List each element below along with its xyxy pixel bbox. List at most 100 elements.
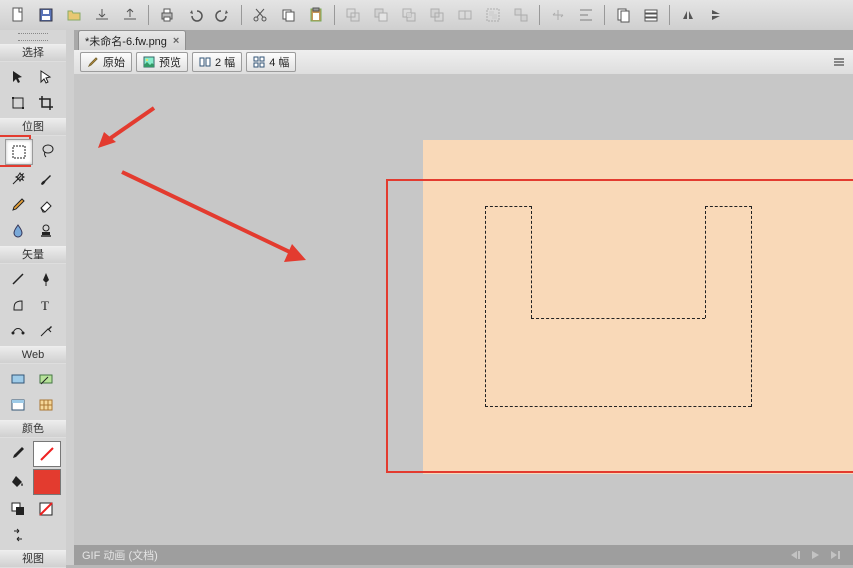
transform-icon[interactable] [546,3,570,27]
intersect-icon[interactable] [397,3,421,27]
fill-swatch[interactable] [33,469,61,495]
fill-color-icon[interactable] [5,469,31,493]
section-view: 视图 [0,550,66,568]
pointer-tool-icon[interactable] [5,65,31,89]
freeform-tool-icon[interactable] [5,319,31,343]
section-vector: 矢量 [0,246,66,264]
redo-icon[interactable] [211,3,235,27]
separator [604,5,605,25]
stamp-tool-icon[interactable] [33,219,59,243]
close-tab-icon[interactable]: × [173,35,179,47]
subselect-tool-icon[interactable] [33,65,59,89]
selection-marquee [531,318,705,319]
open-icon[interactable] [62,3,86,27]
view-original-button[interactable]: 原始 [80,52,132,72]
view-4up-button[interactable]: 4 幅 [246,52,296,72]
paste-icon[interactable] [304,3,328,27]
blur-tool-icon[interactable] [5,219,31,243]
view-4up-label: 4 幅 [269,54,289,70]
states-icon[interactable] [639,3,663,27]
section-colors: 颜色 [0,420,66,438]
eraser-tool-icon[interactable] [33,193,59,217]
view-original-label: 原始 [103,54,125,70]
prev-frame-icon[interactable] [788,548,802,562]
brush-tool-icon[interactable] [33,167,59,191]
copy-icon[interactable] [276,3,300,27]
new-icon[interactable] [6,3,30,27]
flip-h-icon[interactable] [676,3,700,27]
undo-icon[interactable] [183,3,207,27]
canvas[interactable] [74,74,853,545]
view-preview-label: 预览 [159,54,181,70]
pencil-tool-icon[interactable] [5,193,31,217]
import-icon[interactable] [90,3,114,27]
show-slices-icon[interactable] [33,393,59,417]
next-frame-icon[interactable] [828,548,842,562]
status-bar: GIF 动画 (文档) [74,545,853,565]
save-icon[interactable] [34,3,58,27]
crop-tool-icon[interactable] [33,91,59,115]
document-tab[interactable]: *未命名-6.fw.png × [78,30,186,50]
section-bitmap: 位图 [0,118,66,136]
view-2up-label: 2 幅 [215,54,235,70]
punch-icon[interactable] [425,3,449,27]
selection-marquee [485,406,751,407]
separator [669,5,670,25]
image-icon [143,56,155,68]
no-color-icon[interactable] [33,497,59,521]
stroke-color-icon[interactable] [5,441,31,465]
view-2up-button[interactable]: 2 幅 [192,52,242,72]
group-icon[interactable] [481,3,505,27]
selection-marquee [485,206,532,407]
divide-icon[interactable] [453,3,477,27]
text-tool-icon[interactable]: T [33,293,59,317]
stroke-swatch[interactable] [33,441,61,467]
lasso-tool-icon[interactable] [35,139,61,163]
panel-grip[interactable] [18,33,48,41]
separator [334,5,335,25]
separator [148,5,149,25]
cut-icon[interactable] [248,3,272,27]
slice-tool-icon[interactable] [33,367,59,391]
knife-tool-icon[interactable] [33,319,59,343]
four-up-icon [253,56,265,68]
union-icon[interactable] [341,3,365,27]
print-icon[interactable] [155,3,179,27]
magic-wand-tool-icon[interactable] [5,167,31,191]
selection-marquee [531,206,532,318]
align-icon[interactable] [574,3,598,27]
view-preview-button[interactable]: 预览 [136,52,188,72]
shape-tool-icon[interactable] [5,293,31,317]
hotspot-tool-icon[interactable] [5,367,31,391]
subtract-icon[interactable] [369,3,393,27]
export-icon[interactable] [118,3,142,27]
section-select: 选择 [0,44,66,62]
swap-colors-icon[interactable] [5,523,31,547]
annotation-arrow-icon [92,104,162,154]
document-tab-label: *未命名-6.fw.png [85,33,167,49]
default-colors-icon[interactable] [5,497,31,521]
status-text: GIF 动画 (文档) [82,547,158,563]
svg-text:T: T [41,298,49,313]
panel-menu-icon[interactable] [831,54,847,70]
two-up-icon [199,56,211,68]
flip-v-icon[interactable] [704,3,728,27]
separator [241,5,242,25]
pages-icon[interactable] [611,3,635,27]
main-toolbar [0,0,853,31]
hide-slices-icon[interactable] [5,393,31,417]
pen-tool-icon[interactable] [33,267,59,291]
ungroup-icon[interactable] [509,3,533,27]
tools-panel: 选择 位图 矢量 T Web 颜色 [0,30,67,565]
view-mode-bar: 原始 预览 2 幅 4 幅 [74,50,853,75]
section-web: Web [0,346,66,364]
annotation-arrow-icon [114,164,314,274]
line-tool-icon[interactable] [5,267,31,291]
separator [539,5,540,25]
document-tabbar: *未命名-6.fw.png × [74,30,853,51]
selection-marquee [705,206,752,407]
pencil-icon [87,56,99,68]
marquee-tool-icon[interactable] [5,139,33,165]
scale-tool-icon[interactable] [5,91,31,115]
play-icon[interactable] [808,548,822,562]
